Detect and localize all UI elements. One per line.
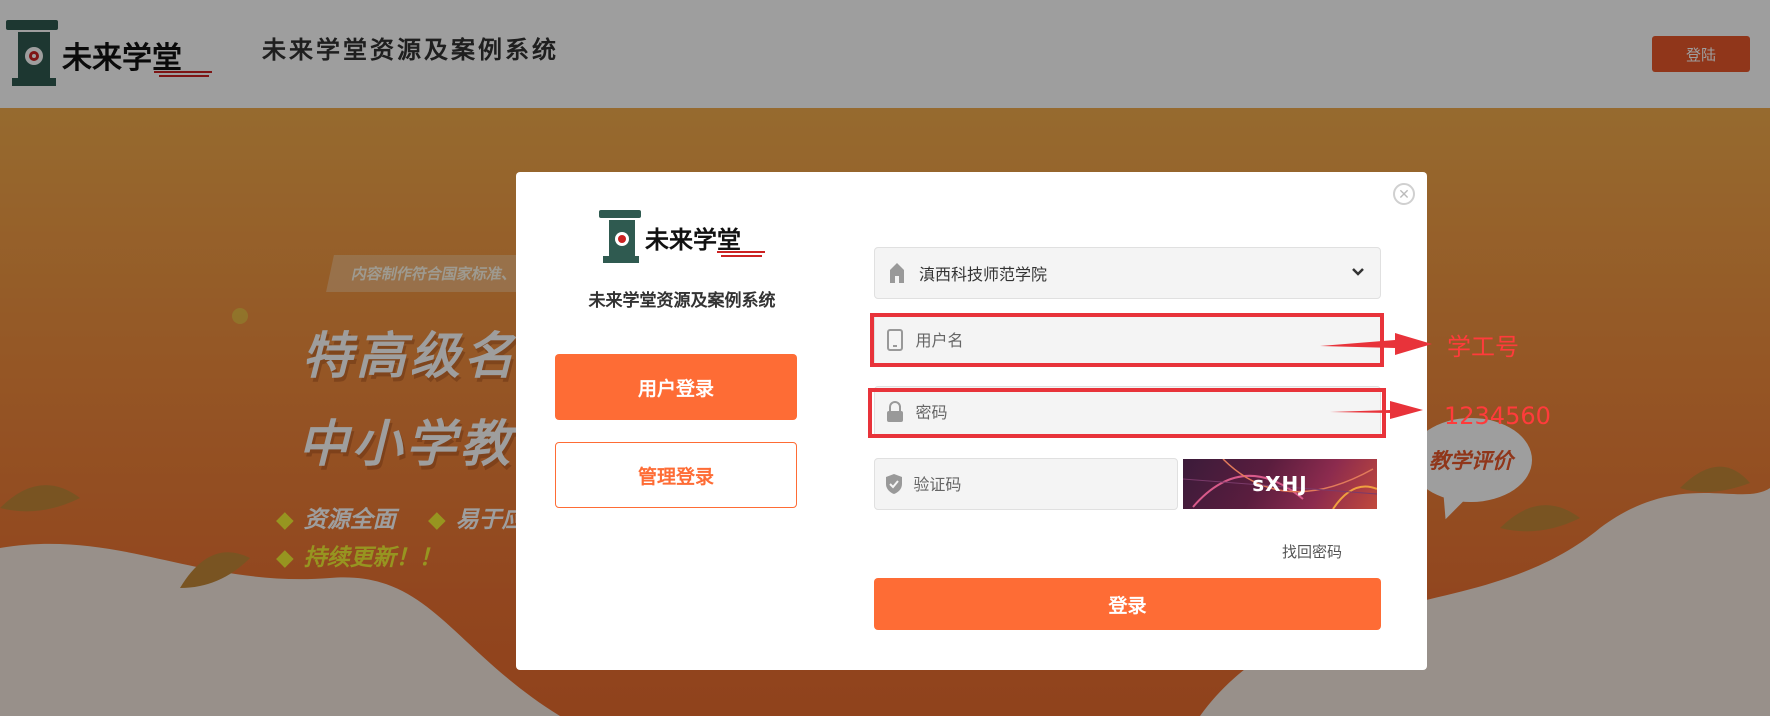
arrow-icon [1320,333,1432,355]
arrow-icon [1330,401,1423,419]
password-annotation: 1234560 [1444,402,1551,430]
username-annotation: 学工号 [1447,333,1519,361]
